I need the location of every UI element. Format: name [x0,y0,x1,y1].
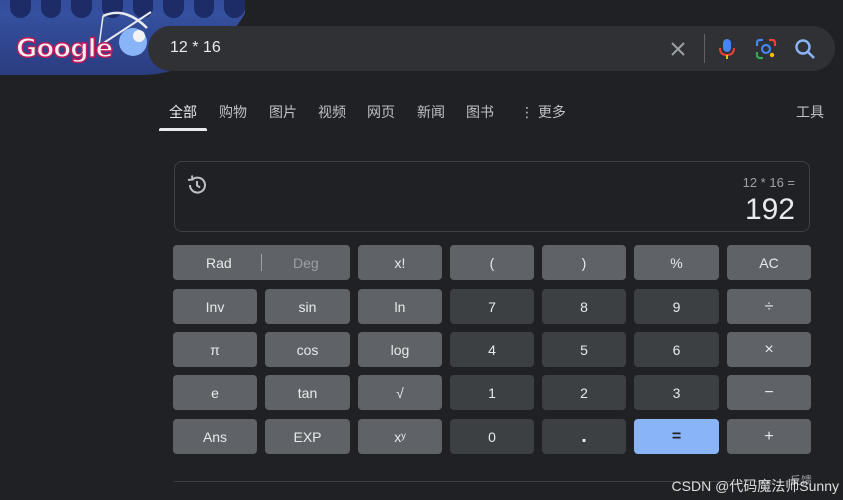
watermark: CSDN @代码魔法师Sunny [671,478,839,494]
rad-deg-toggle[interactable]: Rad Deg [173,245,350,280]
microphone-icon[interactable] [715,37,739,61]
power-button[interactable]: xʸ [358,419,442,454]
factorial-button[interactable]: x! [358,245,442,280]
decimal-button[interactable]: . [542,419,626,454]
search-icon[interactable] [793,37,817,61]
left-paren-button[interactable]: ( [450,245,534,280]
equals-button[interactable]: = [634,419,719,454]
close-icon[interactable] [666,37,690,61]
tab-images[interactable]: 图片 [269,102,297,122]
tab-shopping[interactable]: 购物 [219,102,247,122]
calculator-display: 12 * 16 = 192 [174,161,810,232]
minus-button[interactable]: − [727,375,811,410]
google-lens-icon[interactable] [754,37,778,61]
tan-button[interactable]: tan [265,375,350,410]
sqrt-button[interactable]: √ [358,375,442,410]
history-icon[interactable] [186,174,208,196]
calculator-result: 192 [744,193,795,226]
digit-0-button[interactable]: 0 [450,419,534,454]
search-input[interactable]: 12 * 16 [170,39,221,57]
google-logo: Google [15,33,114,65]
ln-button[interactable]: ln [358,289,442,324]
digit-6-button[interactable]: 6 [634,332,719,367]
tab-videos[interactable]: 视频 [318,102,346,122]
deg-option[interactable]: Deg [293,255,319,271]
rad-deg-separator [261,254,262,271]
digit-7-button[interactable]: 7 [450,289,534,324]
digit-2-button[interactable]: 2 [542,375,626,410]
calculator-expression: 12 * 16 = [742,175,795,190]
tab-books[interactable]: 图书 [466,102,494,122]
plus-button[interactable]: + [727,419,811,454]
exp-button[interactable]: EXP [265,419,350,454]
digit-9-button[interactable]: 9 [634,289,719,324]
tab-news[interactable]: 新闻 [417,102,445,122]
tab-all[interactable]: 全部 [169,102,197,122]
digit-5-button[interactable]: 5 [542,332,626,367]
percent-button[interactable]: % [634,245,719,280]
digit-8-button[interactable]: 8 [542,289,626,324]
search-divider [704,34,705,63]
pi-button[interactable]: π [173,332,257,367]
digit-3-button[interactable]: 3 [634,375,719,410]
active-tab-indicator [159,128,207,131]
sin-button[interactable]: sin [265,289,350,324]
all-clear-button[interactable]: AC [727,245,811,280]
multiply-button[interactable]: × [727,332,811,367]
tab-more[interactable]: ⋮ 更多 [520,102,566,122]
digit-1-button[interactable]: 1 [450,375,534,410]
right-paren-button[interactable]: ) [542,245,626,280]
digit-4-button[interactable]: 4 [450,332,534,367]
tools-button[interactable]: 工具 [796,102,824,122]
search-tabs: 全部 购物 图片 视频 网页 新闻 图书 ⋮ 更多 工具 [0,98,843,132]
rad-option[interactable]: Rad [206,255,232,271]
cos-button[interactable]: cos [265,332,350,367]
e-button[interactable]: e [173,375,257,410]
divide-button[interactable]: ÷ [727,289,811,324]
tab-web[interactable]: 网页 [367,102,395,122]
answer-button[interactable]: Ans [173,419,257,454]
log-button[interactable]: log [358,332,442,367]
search-bar[interactable]: 12 * 16 [148,26,835,71]
inverse-button[interactable]: Inv [173,289,257,324]
